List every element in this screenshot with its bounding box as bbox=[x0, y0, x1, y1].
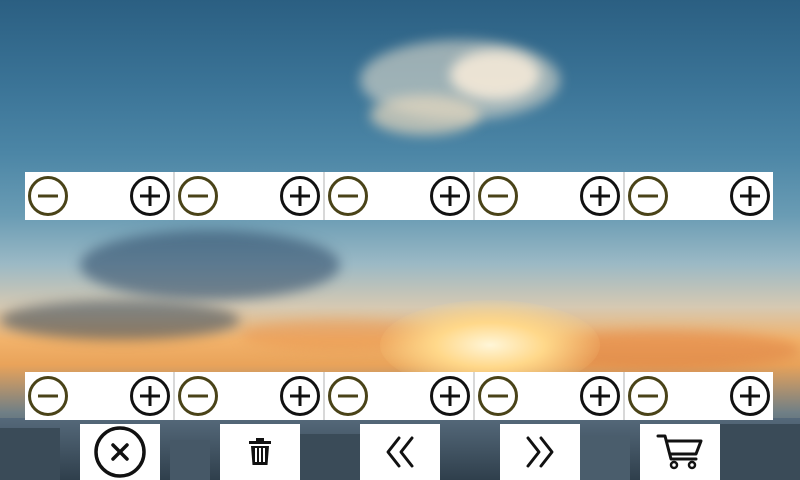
plus-circle-icon[interactable] bbox=[579, 375, 621, 417]
cart-icon bbox=[656, 433, 704, 471]
quantity-stepper bbox=[625, 172, 773, 220]
previous-button[interactable] bbox=[360, 424, 440, 480]
minus-circle-icon[interactable] bbox=[477, 175, 519, 217]
quantity-stepper bbox=[475, 172, 625, 220]
plus-circle-icon[interactable] bbox=[579, 175, 621, 217]
minus-circle-icon[interactable] bbox=[327, 175, 369, 217]
stepper-row-top bbox=[25, 172, 773, 220]
double-chevron-left-icon bbox=[383, 435, 417, 469]
quantity-stepper bbox=[625, 372, 773, 420]
stepper-row-bottom bbox=[25, 372, 773, 420]
quantity-stepper bbox=[25, 372, 175, 420]
next-button[interactable] bbox=[500, 424, 580, 480]
quantity-stepper bbox=[175, 372, 325, 420]
minus-circle-icon[interactable] bbox=[477, 375, 519, 417]
minus-circle-icon[interactable] bbox=[177, 175, 219, 217]
plus-circle-icon[interactable] bbox=[429, 375, 471, 417]
plus-circle-icon[interactable] bbox=[129, 375, 171, 417]
minus-circle-icon[interactable] bbox=[177, 375, 219, 417]
double-chevron-right-icon bbox=[523, 435, 557, 469]
minus-circle-icon[interactable] bbox=[627, 375, 669, 417]
quantity-stepper bbox=[475, 372, 625, 420]
plus-circle-icon[interactable] bbox=[129, 175, 171, 217]
plus-circle-icon[interactable] bbox=[729, 375, 771, 417]
quantity-stepper bbox=[325, 372, 475, 420]
minus-circle-icon[interactable] bbox=[27, 175, 69, 217]
minus-circle-icon[interactable] bbox=[27, 375, 69, 417]
quantity-stepper bbox=[175, 172, 325, 220]
trash-icon bbox=[247, 437, 273, 467]
minus-circle-icon[interactable] bbox=[327, 375, 369, 417]
plus-circle-icon[interactable] bbox=[729, 175, 771, 217]
delete-button[interactable] bbox=[220, 424, 300, 480]
minus-circle-icon[interactable] bbox=[627, 175, 669, 217]
close-button[interactable] bbox=[80, 424, 160, 480]
cart-button[interactable] bbox=[640, 424, 720, 480]
close-circle-icon bbox=[93, 425, 147, 479]
quantity-stepper bbox=[325, 172, 475, 220]
quantity-stepper bbox=[25, 172, 175, 220]
plus-circle-icon[interactable] bbox=[279, 175, 321, 217]
plus-circle-icon[interactable] bbox=[279, 375, 321, 417]
plus-circle-icon[interactable] bbox=[429, 175, 471, 217]
